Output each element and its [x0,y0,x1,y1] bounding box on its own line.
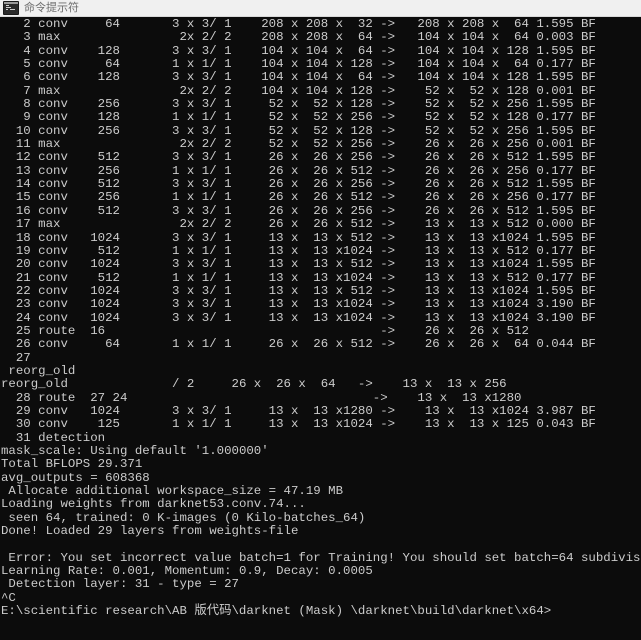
terminal-line: 31 detection [1,430,106,445]
terminal-line: Learning Rate: 0.001, Momentum: 0.9, Dec… [1,564,373,579]
terminal-line: 24 conv 1024 3 x 3/ 1 13 x 13 x1024 -> 1… [1,310,596,325]
terminal-line: 19 conv 512 1 x 1/ 1 13 x 13 x1024 -> 13… [1,243,596,258]
terminal-output-area[interactable]: 2 conv 64 3 x 3/ 1 208 x 208 x 32 -> 208… [0,18,641,640]
terminal-line: 22 conv 1024 3 x 3/ 1 13 x 13 x 512 -> 1… [1,283,596,298]
terminal-lines: 2 conv 64 3 x 3/ 1 208 x 208 x 32 -> 208… [0,18,641,618]
terminal-line: Loading weights from darknet53.conv.74..… [1,497,306,512]
terminal-line: Detection layer: 31 - type = 27 [1,577,239,592]
terminal-line: mask_scale: Using default '1.000000' [1,444,269,458]
terminal-line: 10 conv 256 3 x 3/ 1 52 x 52 x 128 -> 52… [1,123,596,138]
terminal-line: 27 [1,350,31,365]
terminal-line: 11 max 2x 2/ 2 52 x 52 x 256 -> 26 x 26 … [1,137,596,152]
terminal-line: 28 route 27 24 -> 13 x 13 x1280 [1,390,522,405]
terminal-line: 13 conv 256 1 x 1/ 1 26 x 26 x 512 -> 26… [1,163,596,178]
terminal-line: 21 conv 512 1 x 1/ 1 13 x 13 x1024 -> 13… [1,270,596,285]
terminal-line: 3 max 2x 2/ 2 208 x 208 x 64 -> 104 x 10… [1,30,596,45]
terminal-line: 30 conv 125 1 x 1/ 1 13 x 13 x1024 -> 13… [1,417,596,432]
terminal-line: 20 conv 1024 3 x 3/ 1 13 x 13 x 512 -> 1… [1,257,596,272]
terminal-line: reorg_old [1,363,76,378]
terminal-line: 25 route 16 -> 26 x 26 x 512 [1,323,529,338]
terminal-line: Error: You set incorrect value batch=1 f… [1,550,641,565]
terminal-line: 7 max 2x 2/ 2 104 x 104 x 128 -> 52 x 52… [1,83,596,98]
terminal-line: 9 conv 128 1 x 1/ 1 52 x 52 x 256 -> 52 … [1,110,596,125]
terminal-line: seen 64, trained: 0 K-images (0 Kilo-bat… [1,510,366,525]
terminal-line: 15 conv 256 1 x 1/ 1 26 x 26 x 512 -> 26… [1,190,596,205]
terminal-line: Total BFLOPS 29.371 [1,457,143,472]
terminal-line: 16 conv 512 3 x 3/ 1 26 x 26 x 256 -> 26… [1,203,596,218]
terminal-line: 23 conv 1024 3 x 3/ 1 13 x 13 x1024 -> 1… [1,297,596,312]
terminal-line: reorg_old / 2 26 x 26 x 64 -> 13 x 13 x … [1,377,507,392]
terminal-line: 5 conv 64 1 x 1/ 1 104 x 104 x 128 -> 10… [1,57,596,72]
terminal-line: 8 conv 256 3 x 3/ 1 52 x 52 x 128 -> 52 … [1,97,596,112]
terminal-line: avg_outputs = 608368 [1,470,150,485]
terminal-line: 29 conv 1024 3 x 3/ 1 13 x 13 x1280 -> 1… [1,403,596,418]
terminal-line: E:\scientific research\AB 版代码\darknet (M… [1,604,552,619]
terminal-line: 17 max 2x 2/ 2 26 x 26 x 512 -> 13 x 13 … [1,217,596,232]
terminal-line: 4 conv 128 3 x 3/ 1 104 x 104 x 64 -> 10… [1,43,596,58]
terminal-line: 2 conv 64 3 x 3/ 1 208 x 208 x 32 -> 208… [1,18,596,31]
window-titlebar[interactable]: 命令提示符 [0,0,641,17]
terminal-line: 6 conv 128 3 x 3/ 1 104 x 104 x 64 -> 10… [1,70,596,85]
terminal-line: Done! Loaded 29 layers from weights-file [1,524,299,539]
terminal-line: 18 conv 1024 3 x 3/ 1 13 x 13 x 512 -> 1… [1,230,596,245]
terminal-line: Allocate additional workspace_size = 47.… [1,484,344,499]
console-icon [3,1,19,15]
terminal-line: 14 conv 512 3 x 3/ 1 26 x 26 x 256 -> 26… [1,177,596,192]
command-prompt-window: 命令提示符 2 conv 64 3 x 3/ 1 208 x 208 x 32 … [0,0,641,640]
terminal-line: 12 conv 512 3 x 3/ 1 26 x 26 x 256 -> 26… [1,150,596,165]
terminal-line: 26 conv 64 1 x 1/ 1 26 x 26 x 512 -> 26 … [1,337,596,352]
window-title: 命令提示符 [24,1,79,14]
